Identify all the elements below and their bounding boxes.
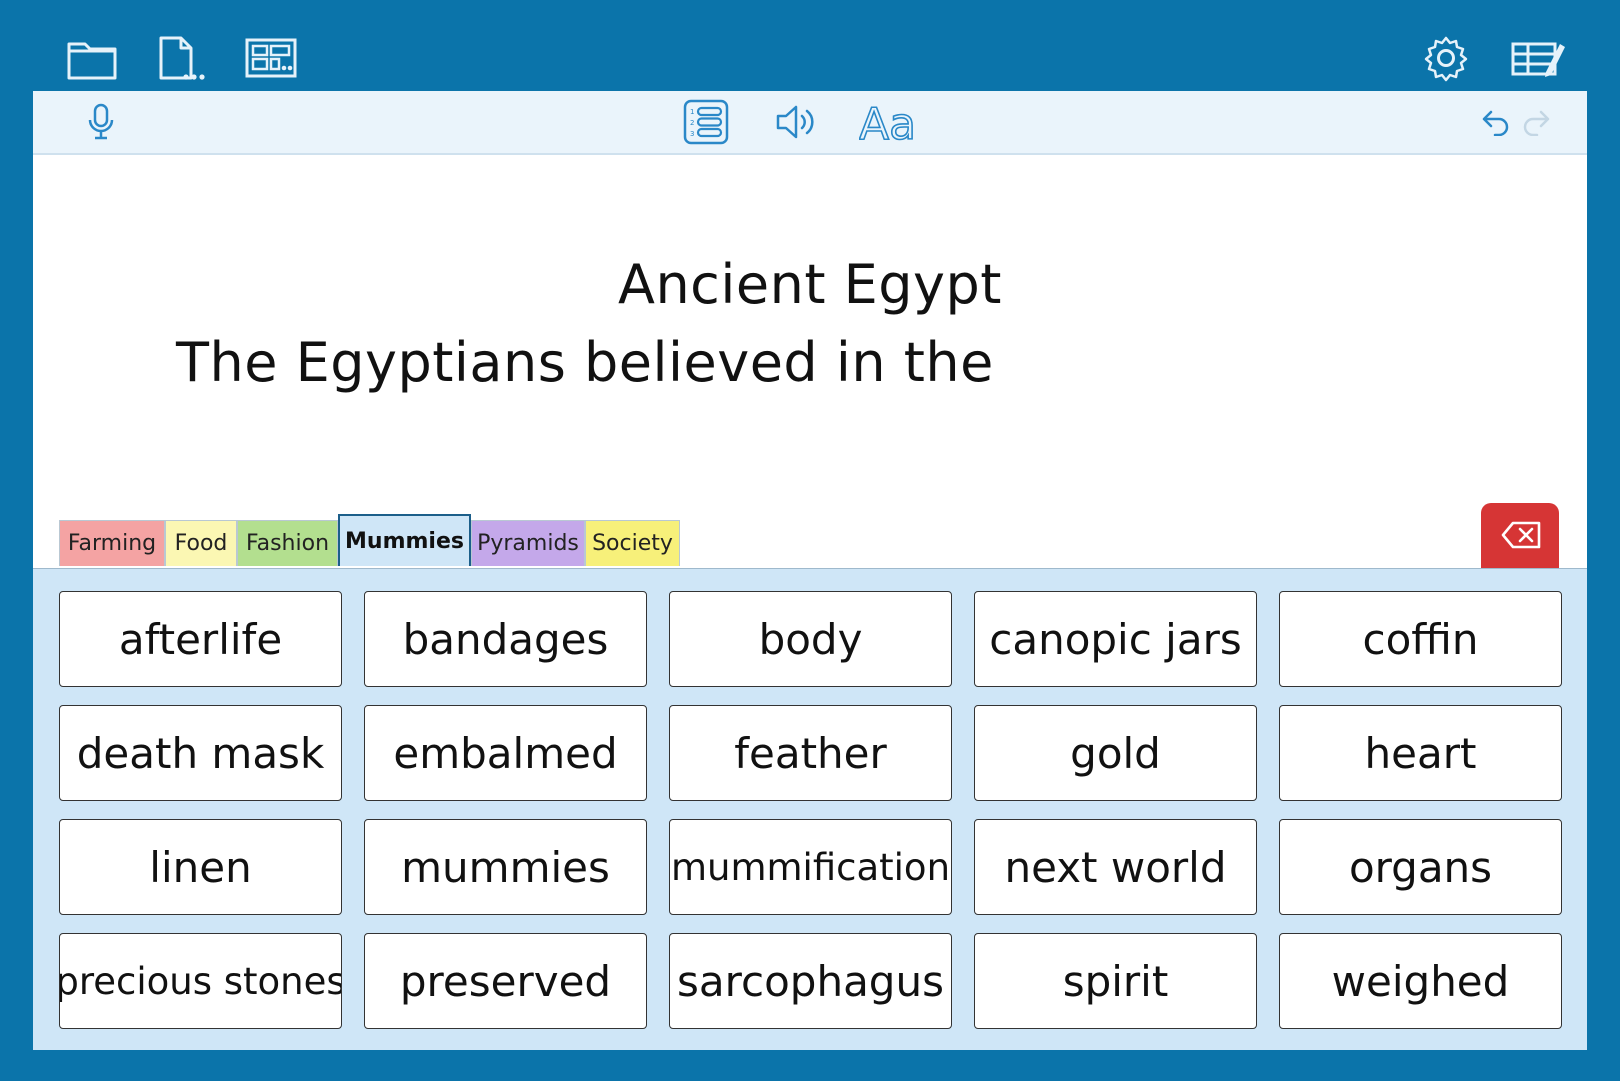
word-cell[interactable]: coffin xyxy=(1279,591,1562,687)
font-size-label: Aa xyxy=(859,99,916,147)
new-document-icon[interactable] xyxy=(157,34,209,82)
microphone-icon[interactable] xyxy=(85,103,117,141)
word-cell[interactable]: mummification xyxy=(669,819,952,915)
tab-fashion[interactable]: Fashion xyxy=(237,520,338,566)
word-cell[interactable]: feather xyxy=(669,705,952,801)
tab-mummies[interactable]: Mummies xyxy=(338,514,471,566)
svg-text:1: 1 xyxy=(690,108,694,116)
word-cell[interactable]: embalmed xyxy=(364,705,647,801)
word-cell[interactable]: preserved xyxy=(364,933,647,1029)
word-cell[interactable]: body xyxy=(669,591,952,687)
undo-icon[interactable] xyxy=(1481,108,1511,137)
word-cell[interactable]: canopic jars xyxy=(974,591,1257,687)
word-cell[interactable]: sarcophagus xyxy=(669,933,952,1029)
word-cell[interactable]: precious stones xyxy=(59,933,342,1029)
numbered-list-icon[interactable]: 1 2 3 xyxy=(683,99,729,145)
word-cell[interactable]: mummies xyxy=(364,819,647,915)
word-cell[interactable]: afterlife xyxy=(59,591,342,687)
delete-button[interactable] xyxy=(1481,503,1559,569)
top-bar xyxy=(0,0,1620,91)
svg-text:2: 2 xyxy=(690,119,694,127)
settings-gear-icon[interactable] xyxy=(1420,34,1472,82)
word-grid: afterlife bandages body canopic jars cof… xyxy=(59,591,1562,1029)
tab-food[interactable]: Food xyxy=(165,520,237,566)
word-cell[interactable]: death mask xyxy=(59,705,342,801)
grid-set-icon[interactable] xyxy=(245,34,297,82)
tab-farming[interactable]: Farming xyxy=(59,520,165,566)
word-cell[interactable]: organs xyxy=(1279,819,1562,915)
tab-pyramids[interactable]: Pyramids xyxy=(471,520,585,566)
word-cell[interactable]: heart xyxy=(1279,705,1562,801)
document-text: The Egyptians believed in the xyxy=(176,331,994,394)
document-title: Ancient Egypt xyxy=(618,253,1002,316)
word-cell[interactable]: linen xyxy=(59,819,342,915)
speaker-icon[interactable] xyxy=(775,103,819,141)
word-cell[interactable]: gold xyxy=(974,705,1257,801)
word-grid-panel: afterlife bandages body canopic jars cof… xyxy=(33,568,1587,1050)
word-cell[interactable]: weighed xyxy=(1279,933,1562,1029)
backspace-icon xyxy=(1501,521,1541,549)
folder-icon[interactable] xyxy=(66,34,118,82)
redo-icon[interactable] xyxy=(1521,108,1551,137)
word-cell[interactable]: bandages xyxy=(364,591,647,687)
edit-grid-icon[interactable] xyxy=(1510,34,1568,82)
editor-window: 1 2 3 Aa Ancient Egypt The Egyptians belie… xyxy=(33,91,1587,1050)
word-cell[interactable]: spirit xyxy=(974,933,1257,1029)
document-toolbar: 1 2 3 Aa xyxy=(33,91,1587,155)
document-area[interactable]: Ancient Egypt The Egyptians believed in … xyxy=(33,155,1587,505)
tab-society[interactable]: Society xyxy=(585,520,680,566)
svg-text:3: 3 xyxy=(690,130,694,138)
word-cell[interactable]: next world xyxy=(974,819,1257,915)
font-size-icon[interactable]: Aa xyxy=(858,97,925,151)
